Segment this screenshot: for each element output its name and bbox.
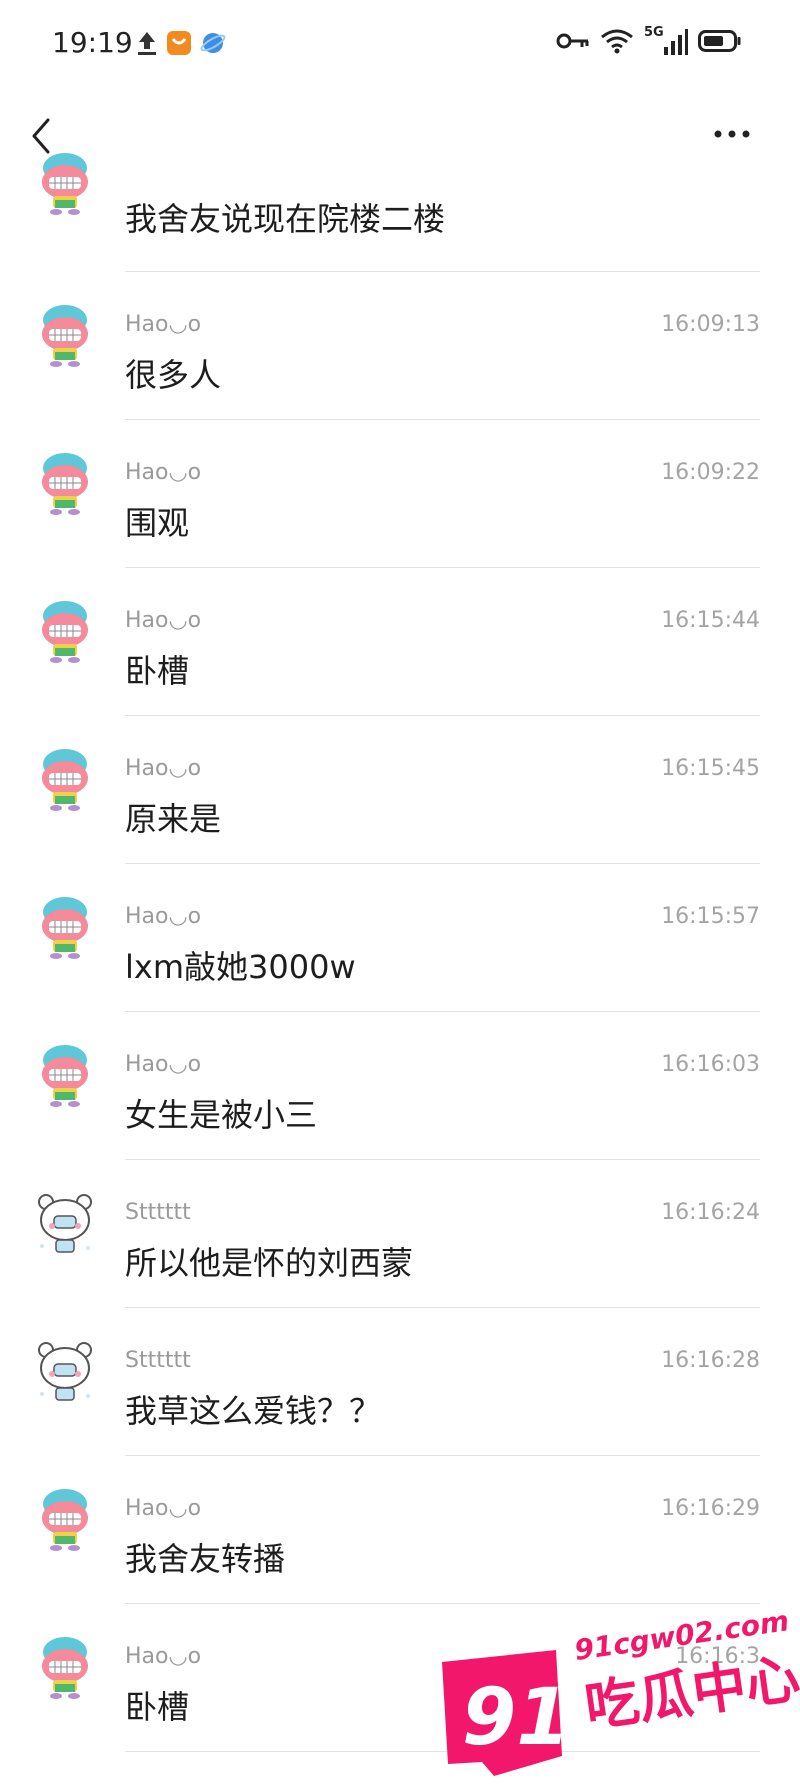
message-text: 卧槽 [125, 652, 190, 690]
avatar[interactable] [34, 302, 96, 370]
sender-name: Hao◡o [125, 756, 202, 781]
avatar[interactable] [34, 1634, 96, 1702]
avatar[interactable] [34, 598, 96, 666]
status-bar: 19:19 5G [0, 0, 800, 92]
message-text: 所以他是怀的刘西蒙 [125, 1244, 414, 1282]
chat-message[interactable]: Hao◡o 16:09:13 很多人 [0, 272, 800, 420]
sender-name: Hao◡o [125, 1052, 202, 1077]
chat-message[interactable]: Hao◡o 16:15:57 lxm敲她3000w [0, 864, 800, 1012]
message-text: 很多人 [125, 356, 222, 394]
message-text: 我舍友转播 [125, 1540, 286, 1578]
chat-message[interactable]: Hao◡o 16:09:22 围观 [0, 420, 800, 568]
message-timestamp: 16:16:03 [661, 1052, 760, 1077]
sender-name: Stttttt [125, 1348, 191, 1373]
browser-icon [200, 30, 226, 60]
status-time: 19:19 [52, 26, 133, 59]
upload-icon [136, 30, 158, 60]
avatar[interactable] [34, 150, 96, 218]
chat-message[interactable]: Stttttt 16:16:24 所以他是怀的刘西蒙 [0, 1160, 800, 1308]
chat-message[interactable]: Hao◡o 16:16:29 我舍友转播 [0, 1456, 800, 1604]
chat-message[interactable]: Hao◡o 16:15:45 原来是 [0, 716, 800, 864]
message-timestamp: 16:09:13 [661, 312, 760, 337]
avatar[interactable] [34, 746, 96, 814]
message-timestamp: 16:16:29 [661, 1496, 760, 1521]
sender-name: Hao◡o [125, 904, 202, 929]
chat-message[interactable]: Hao◡o 16:16:03 女生是被小三 [0, 1012, 800, 1160]
more-button[interactable] [708, 114, 764, 154]
message-text: 卧槽 [125, 1688, 190, 1726]
sender-name: Hao◡o [125, 1644, 202, 1669]
avatar[interactable] [34, 1338, 96, 1406]
status-left-icons [136, 30, 226, 60]
message-timestamp: 16:15:45 [661, 756, 760, 781]
avatar[interactable] [34, 1042, 96, 1110]
message-text: lxm敲她3000w [125, 948, 356, 986]
message-timestamp: 16:16:24 [661, 1200, 760, 1225]
message-text: 我草这么爱钱？？ [125, 1392, 382, 1430]
chat-message[interactable]: Hao◡o 16:15:44 卧槽 [0, 568, 800, 716]
sender-name: Hao◡o [125, 312, 202, 337]
chat-message[interactable]: Stttttt 16:16:28 我草这么爱钱？？ [0, 1308, 800, 1456]
sender-name: Stttttt [125, 1200, 191, 1225]
message-text: 女生是被小三 [125, 1096, 318, 1134]
watermark-number: 91 [462, 1673, 571, 1763]
message-timestamp: 16:16:28 [661, 1348, 760, 1373]
chat-message[interactable]: 我舍友说现在院楼二楼 [0, 153, 800, 272]
avatar[interactable] [34, 894, 96, 962]
more-icon [714, 130, 750, 138]
status-right-icons: 5G [556, 25, 742, 58]
message-timestamp: 16:15:57 [661, 904, 760, 929]
battery-icon [698, 29, 742, 57]
shopping-app-icon [166, 30, 192, 60]
key-icon [556, 31, 590, 55]
watermark-91cg: 91 91cgw02.com 吃瓜中心 [438, 1604, 800, 1787]
sender-name: Hao◡o [125, 1496, 202, 1521]
avatar[interactable] [34, 450, 96, 518]
sender-name: Hao◡o [125, 460, 202, 485]
message-timestamp: 16:09:22 [661, 460, 760, 485]
message-timestamp: 16:15:44 [661, 608, 760, 633]
avatar[interactable] [34, 1190, 96, 1258]
message-text: 原来是 [125, 800, 222, 838]
sender-name: Hao◡o [125, 608, 202, 633]
avatar[interactable] [34, 1486, 96, 1554]
message-text: 我舍友说现在院楼二楼 [125, 200, 446, 238]
wifi-icon [600, 28, 634, 58]
signal-5g-icon: 5G [644, 25, 688, 57]
chat-message-list[interactable]: 我舍友说现在院楼二楼 Hao◡o 16:09:13 很多人 Hao◡o 16:09:2… [0, 153, 800, 1752]
message-text: 围观 [125, 504, 190, 542]
